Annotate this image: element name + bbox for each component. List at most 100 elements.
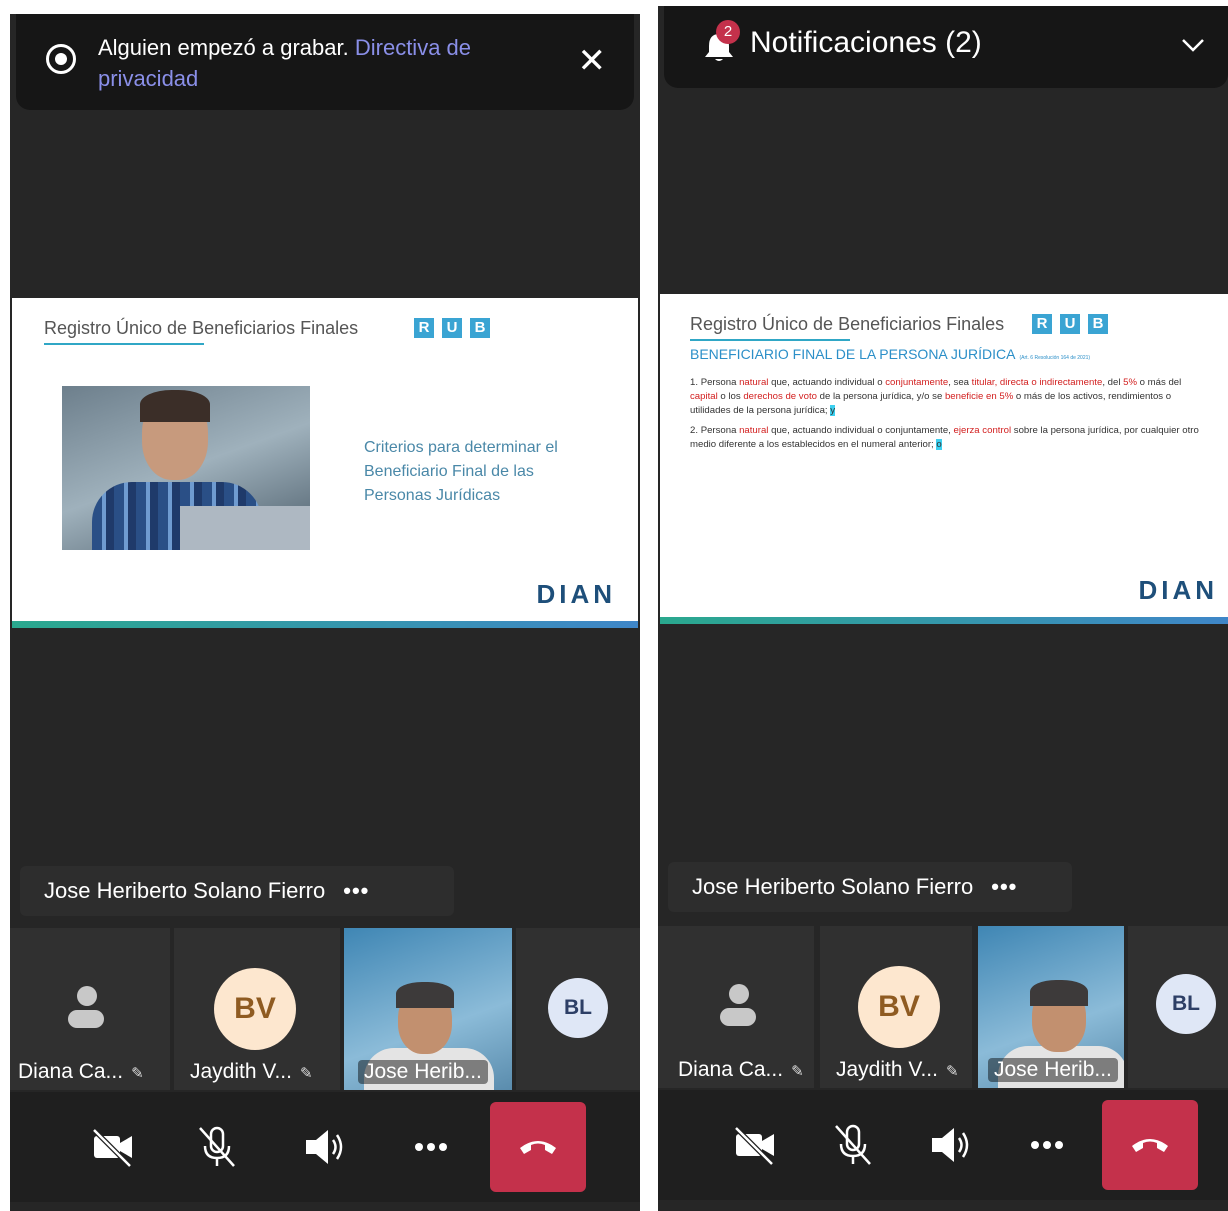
connector-highlight: y (830, 405, 836, 416)
recording-icon (46, 44, 76, 74)
item-text: , del (1102, 377, 1124, 388)
mic-off-icon[interactable] (192, 1122, 242, 1172)
person-icon (718, 984, 758, 1028)
participant-strip: Diana Ca... ✎ BV Jaydith V... ✎ Jose Herib… (10, 928, 640, 1090)
speaker-more-icon[interactable]: ••• (991, 874, 1017, 899)
connector-highlight: o (936, 439, 942, 450)
rub-letter-r: R (1032, 314, 1052, 334)
item-highlight: beneficie en 5% (944, 391, 1014, 402)
mic-muted-icon: ✎ (299, 1065, 313, 1082)
item-text: Persona (700, 425, 740, 436)
item-text: o más del (1137, 377, 1182, 388)
mic-muted-icon: ✎ (945, 1063, 959, 1080)
criteria-list: 1. Persona natural que, actuando individ… (690, 376, 1210, 458)
shared-slide: Registro Único de Beneficiarios Finales … (660, 294, 1228, 624)
right-call-screen: 2 Notificaciones (2) Registro Único de B… (658, 6, 1228, 1211)
item-highlight: ejerza control (953, 425, 1012, 436)
item-text: que, actuando individual o (768, 377, 886, 388)
participant-tile[interactable]: BV Jaydith V... ✎ (820, 926, 972, 1088)
notification-count-badge: 2 (716, 20, 740, 44)
slide-title: Registro Único de Beneficiarios Finales (44, 318, 359, 345)
criteria-item: 2. Persona natural que, actuando individ… (690, 424, 1210, 452)
participant-name: Diana Ca... (18, 1060, 124, 1083)
rub-logo: R U B (1032, 314, 1108, 334)
avatar: BL (548, 978, 608, 1038)
recording-message: Alguien empezó a grabar. Directiva de pr… (98, 32, 538, 94)
participant-video-tile[interactable]: Jose Herib... (978, 926, 1124, 1088)
recording-banner: Alguien empezó a grabar. Directiva de pr… (16, 14, 634, 110)
item-text: o los (717, 391, 744, 402)
slide-subtitle: BENEFICIARIO FINAL DE LA PERSONA JURÍDIC… (690, 346, 1090, 362)
participant-strip: Diana Ca... ✎ BV Jaydith V... ✎ Jose Herib… (658, 926, 1228, 1088)
person-icon (66, 986, 106, 1030)
left-call-screen: Alguien empezó a grabar. Directiva de pr… (10, 14, 640, 1211)
dian-logo: DIAN (536, 579, 616, 609)
more-icon[interactable] (1022, 1120, 1072, 1170)
avatar: BV (858, 966, 940, 1048)
participant-tile[interactable]: Diana Ca... ✎ (10, 928, 170, 1090)
rub-letter-b: B (1088, 314, 1108, 334)
notifications-bar[interactable]: 2 Notificaciones (2) (664, 6, 1228, 88)
slide-footer-bar (660, 617, 1228, 624)
participant-name: Jose Herib... (994, 1058, 1112, 1081)
mic-muted-icon: ✎ (131, 1065, 144, 1082)
item-highlight: titular, directa o indirectamente (971, 377, 1103, 388)
call-controls (10, 1092, 640, 1202)
item-highlight: natural (739, 377, 769, 388)
avatar: BV (214, 968, 296, 1050)
item-highlight: capital (690, 391, 718, 402)
participant-tile[interactable]: BV Jaydith V... ✎ (174, 928, 340, 1090)
slide-footer-bar (12, 621, 638, 628)
item-highlight: natural (739, 425, 769, 436)
participant-video-tile[interactable]: Jose Herib... (344, 928, 512, 1090)
participant-tile[interactable]: BL (516, 928, 640, 1090)
rub-letter-r: R (414, 318, 434, 338)
item-text: , sea (948, 377, 972, 388)
close-banner-button[interactable]: ✕ (578, 44, 607, 78)
item-text: Persona (700, 377, 740, 388)
participant-name: Jose Herib... (364, 1060, 482, 1083)
notifications-title: Notificaciones (2) (750, 26, 982, 59)
rub-logo: R U B (414, 318, 490, 338)
item-highlight: conjuntamente (885, 377, 949, 388)
participant-tile[interactable]: Diana Ca... ✎ (658, 926, 814, 1088)
dian-logo: DIAN (1138, 575, 1218, 605)
camera-off-icon[interactable] (88, 1122, 138, 1172)
more-icon[interactable] (406, 1122, 456, 1172)
slide-photo (62, 386, 310, 550)
speaker-icon[interactable] (300, 1122, 350, 1172)
call-controls (658, 1090, 1228, 1200)
hangup-icon (520, 1141, 556, 1154)
mic-off-icon[interactable] (828, 1120, 878, 1170)
item-number: 1. (690, 377, 699, 388)
item-highlight: 5% (1123, 377, 1137, 388)
participant-name: Jaydith V... (190, 1060, 292, 1083)
item-text: de la persona jurídica, y/o se (816, 391, 945, 402)
active-speaker-label[interactable]: Jose Heriberto Solano Fierro ••• (668, 862, 1072, 912)
criteria-item: 1. Persona natural que, actuando individ… (690, 376, 1210, 418)
item-number: 2. (690, 425, 699, 436)
recording-text: Alguien empezó a grabar. (98, 35, 349, 60)
shared-slide: Registro Único de Beneficiarios Finales … (12, 298, 638, 628)
hangup-button[interactable] (490, 1102, 586, 1192)
participant-name: Jaydith V... (836, 1058, 938, 1081)
chevron-down-icon[interactable] (1180, 32, 1206, 58)
speaker-more-icon[interactable]: ••• (343, 878, 369, 903)
rub-letter-u: U (442, 318, 462, 338)
camera-off-icon[interactable] (730, 1120, 780, 1170)
mic-muted-icon: ✎ (791, 1063, 804, 1080)
slide-caption: Criterios para determinar el Beneficiari… (364, 439, 558, 504)
speaker-icon[interactable] (926, 1120, 976, 1170)
participant-tile[interactable]: BL (1128, 926, 1228, 1088)
speaker-name: Jose Heriberto Solano Fierro (44, 878, 326, 903)
rub-letter-b: B (470, 318, 490, 338)
subtitle-text: BENEFICIARIO FINAL DE LA PERSONA JURÍDIC… (690, 346, 1016, 362)
avatar: BL (1156, 974, 1216, 1034)
item-text: que, actuando individual o conjuntamente… (768, 425, 954, 436)
hangup-icon (1132, 1139, 1168, 1152)
speaker-name: Jose Heriberto Solano Fierro (692, 874, 974, 899)
legal-reference: (Art. 6 Resolución 164 de 2021) (1019, 355, 1091, 361)
participant-name: Diana Ca... (678, 1058, 784, 1081)
hangup-button[interactable] (1102, 1100, 1198, 1190)
active-speaker-label[interactable]: Jose Heriberto Solano Fierro ••• (20, 866, 454, 916)
